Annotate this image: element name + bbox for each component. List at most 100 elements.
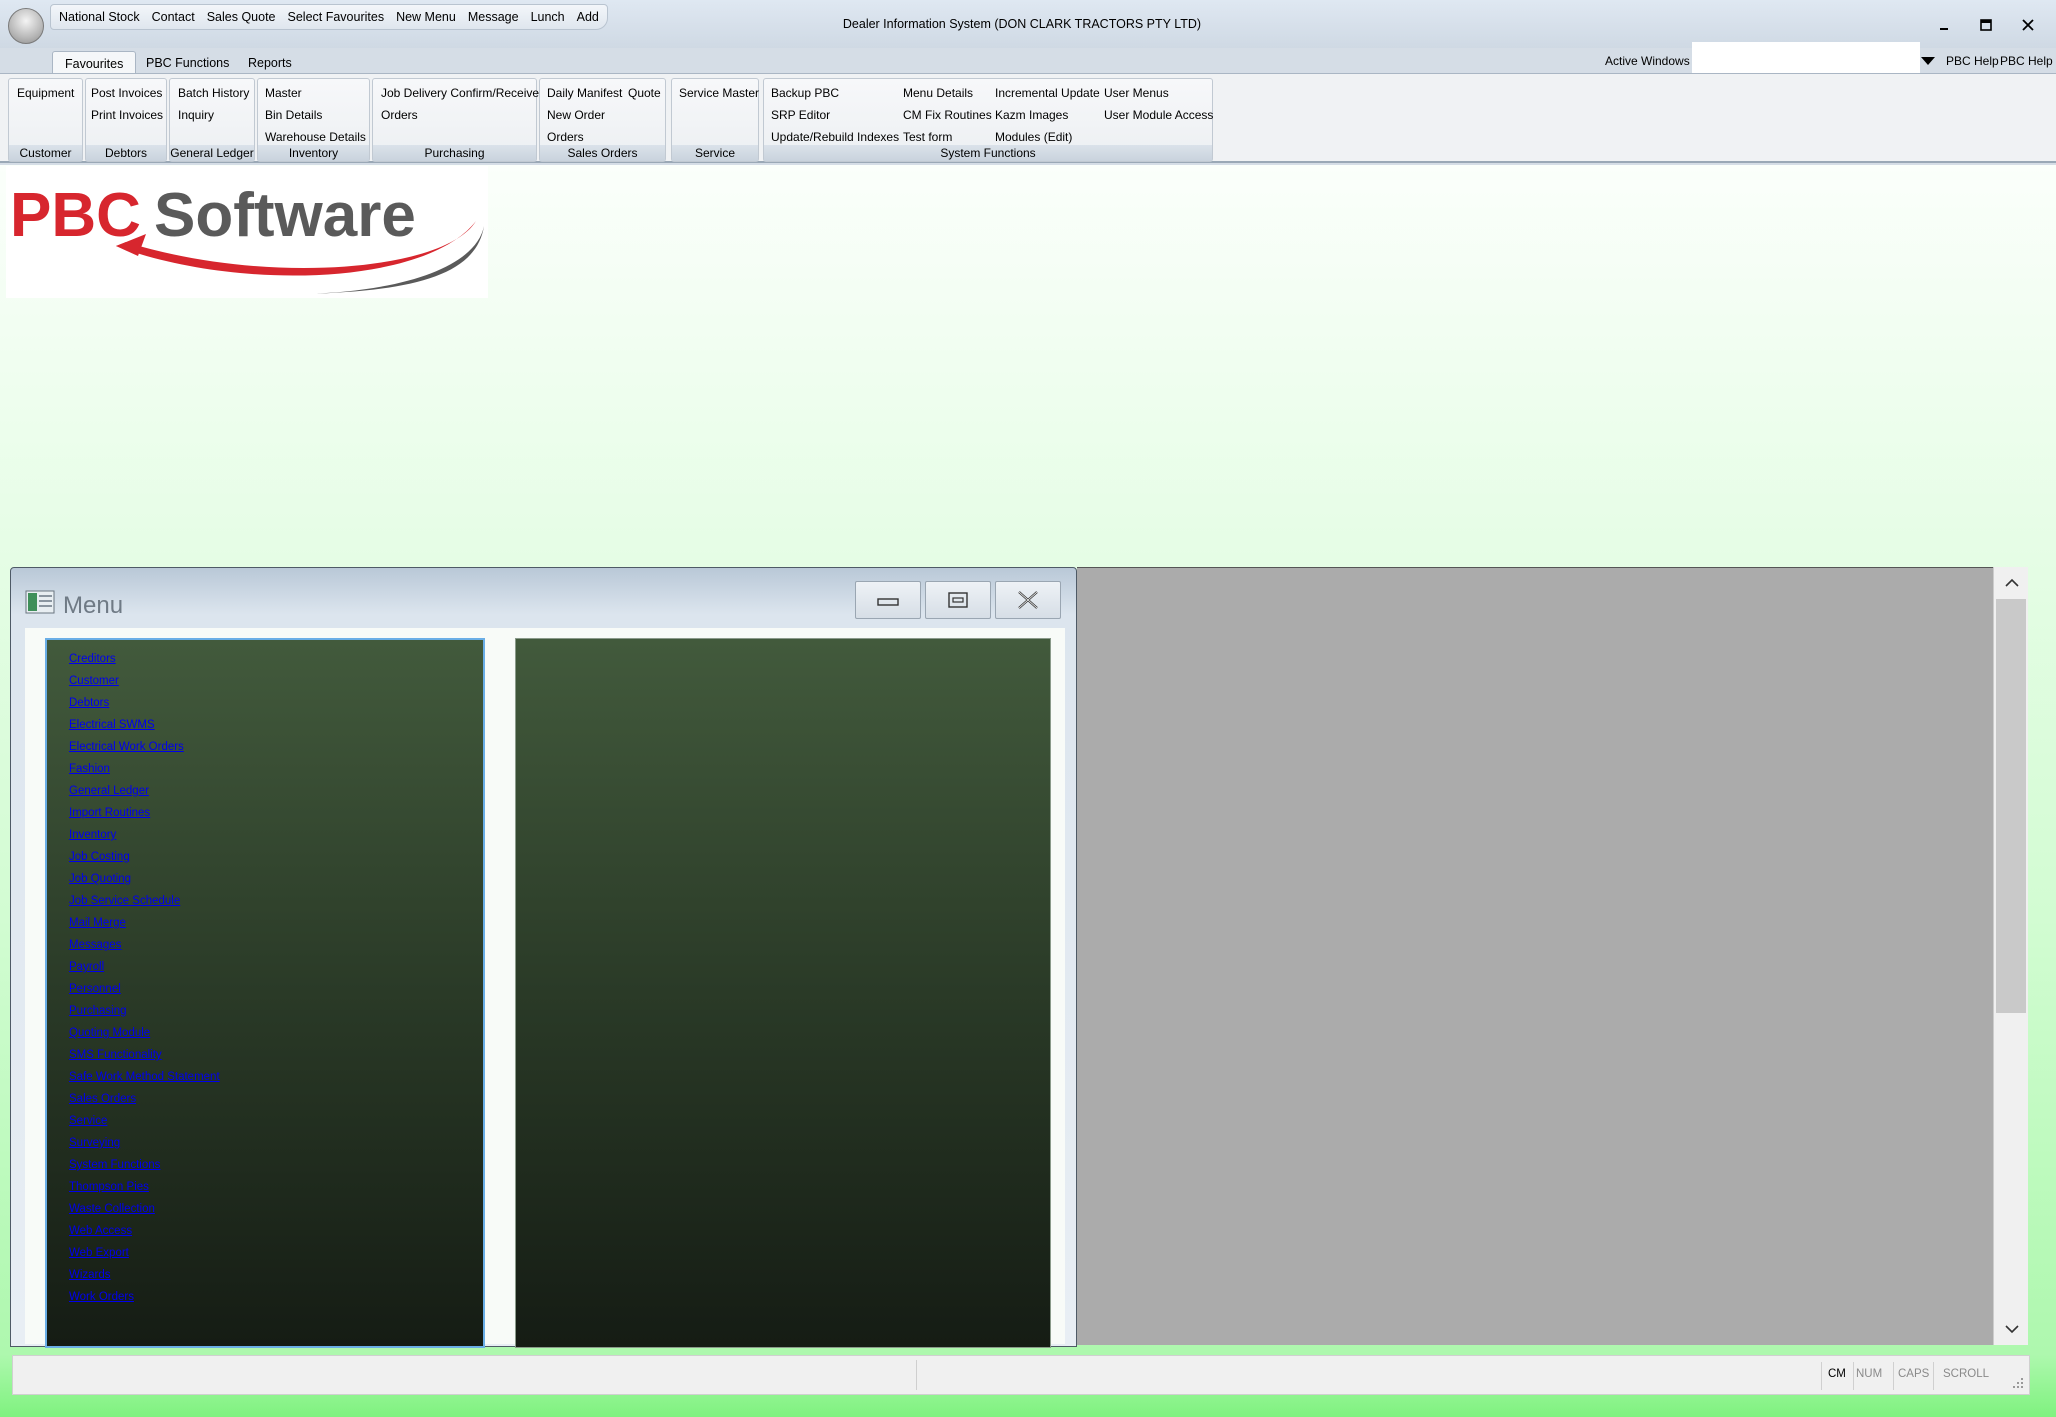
menu-item-job-quoting[interactable]: Job Quoting — [69, 868, 220, 890]
ribbon-bin-details-button[interactable]: Bin Details — [265, 108, 322, 122]
logo-software-text: Software — [154, 181, 416, 250]
scroll-down-button[interactable] — [1994, 1315, 2029, 1343]
menu-item-creditors[interactable]: Creditors — [69, 648, 220, 670]
ribbon-cm-fix-routines-button[interactable]: CM Fix Routines — [903, 108, 992, 122]
menu-window-title: Menu — [63, 592, 124, 619]
ribbon-backup-pbc-button[interactable]: Backup PBC — [771, 86, 839, 100]
menu-window-minimize-button[interactable] — [855, 581, 921, 619]
menu-item-import-routines[interactable]: Import Routines — [69, 802, 220, 824]
ribbon-batch-history-button[interactable]: Batch History — [178, 86, 249, 100]
active-windows-dropdown-button[interactable] — [1916, 50, 1940, 72]
ribbon-print-invoices-button[interactable]: Print Invoices — [91, 108, 163, 122]
ribbon-service-master-button[interactable]: Service Master — [679, 86, 759, 100]
menu-item-thompson-pies[interactable]: Thompson Pies — [69, 1176, 220, 1198]
window-title: Dealer Information System (DON CLARK TRA… — [842, 17, 1202, 31]
menu-item-quoting-module[interactable]: Quoting Module — [69, 1022, 220, 1044]
menu-item-mail-merge[interactable]: Mail Merge — [69, 912, 220, 934]
ribbon-equipment-button[interactable]: Equipment — [17, 86, 74, 100]
ribbon-daily-manifest-button[interactable]: Daily Manifest — [547, 86, 622, 100]
status-bar: CM NUM CAPS SCROLL — [12, 1355, 2030, 1395]
active-windows-dropdown[interactable] — [1692, 42, 1920, 76]
status-separator — [1933, 1362, 1934, 1390]
menu-item-inventory[interactable]: Inventory — [69, 824, 220, 846]
maximize-button[interactable] — [1970, 14, 2002, 36]
menu-item-service[interactable]: Service — [69, 1110, 220, 1132]
menu-item-sms-functionality[interactable]: SMS Functionality — [69, 1044, 220, 1066]
scrollbar-thumb[interactable] — [1996, 599, 2026, 1013]
status-indicator-caps: CAPS — [1898, 1368, 1930, 1380]
ribbon-purchase-orders-button[interactable]: Orders — [381, 108, 418, 122]
scroll-up-button[interactable] — [1994, 569, 2029, 597]
menu-item-job-costing[interactable]: Job Costing — [69, 846, 220, 868]
vertical-scrollbar[interactable] — [1993, 567, 2028, 1345]
ribbon-update-rebuild-indexes-button[interactable]: Update/Rebuild Indexes — [771, 130, 899, 144]
ribbon-warehouse-details-button[interactable]: Warehouse Details — [265, 130, 366, 144]
menu-item-electrical-work-orders[interactable]: Electrical Work Orders — [69, 736, 220, 758]
minimize-button[interactable] — [1928, 14, 1960, 36]
ribbon-group-caption: Customer — [9, 145, 82, 161]
maximize-icon — [1980, 19, 1992, 31]
restore-icon — [948, 592, 968, 608]
tab-favourites[interactable]: Favourites — [52, 51, 137, 74]
menu-item-web-export[interactable]: Web Export — [69, 1242, 220, 1264]
menu-item-work-orders[interactable]: Work Orders — [69, 1286, 220, 1308]
ribbon-group-caption: Service — [672, 145, 758, 161]
menu-item-waste-collection[interactable]: Waste Collection — [69, 1198, 220, 1220]
ribbon-job-delivery-button[interactable]: Job Delivery Confirm/Receive — [381, 86, 539, 100]
ribbon-master-button[interactable]: Master — [265, 86, 302, 100]
menu-item-fashion[interactable]: Fashion — [69, 758, 220, 780]
ribbon-group-customer: Equipment Customer — [8, 78, 83, 162]
ribbon-inquiry-button[interactable]: Inquiry — [178, 108, 214, 122]
ribbon-new-order-button[interactable]: New Order — [547, 108, 605, 122]
ribbon-post-invoices-button[interactable]: Post Invoices — [91, 86, 162, 100]
tab-pbc-functions[interactable]: PBC Functions — [134, 51, 241, 74]
logo-pbc-text: PBC — [10, 181, 141, 250]
menu-item-sales-orders[interactable]: Sales Orders — [69, 1088, 220, 1110]
menu-item-wizards[interactable]: Wizards — [69, 1264, 220, 1286]
ribbon-test-form-button[interactable]: Test form — [903, 130, 952, 144]
menu-item-messages[interactable]: Messages — [69, 934, 220, 956]
menu-item-safe-work-method-statement[interactable]: Safe Work Method Statement — [69, 1066, 220, 1088]
status-indicator-cm: CM — [1828, 1368, 1846, 1380]
menu-item-system-functions[interactable]: System Functions — [69, 1154, 220, 1176]
menu-item-electrical-swms[interactable]: Electrical SWMS — [69, 714, 220, 736]
menu-item-personnel[interactable]: Personnel — [69, 978, 220, 1000]
menu-window-titlebar[interactable]: Menu — [11, 568, 1076, 626]
menu-item-general-ledger[interactable]: General Ledger — [69, 780, 220, 802]
ribbon-user-menus-button[interactable]: User Menus — [1104, 86, 1169, 100]
pbc-help-link-2[interactable]: PBC Help — [2000, 54, 2053, 68]
ribbon-group-caption: Debtors — [86, 145, 166, 161]
ribbon-sales-orders-button[interactable]: Orders — [547, 130, 584, 144]
ribbon-modules-edit-button[interactable]: Modules (Edit) — [995, 130, 1072, 144]
menu-modules-panel: Creditors Customer Debtors Electrical SWMS E… — [45, 638, 485, 1348]
close-button[interactable] — [2012, 14, 2044, 36]
tab-reports[interactable]: Reports — [236, 51, 304, 74]
status-separator — [1893, 1362, 1894, 1390]
menu-window-restore-button[interactable] — [925, 581, 991, 619]
menu-item-debtors[interactable]: Debtors — [69, 692, 220, 714]
menu-item-payroll[interactable]: Payroll — [69, 956, 220, 978]
menu-modules-list: Creditors Customer Debtors Electrical SWMS E… — [69, 648, 220, 1308]
menu-item-surveying[interactable]: Surveying — [69, 1132, 220, 1154]
menu-item-web-access[interactable]: Web Access — [69, 1220, 220, 1242]
status-separator — [1821, 1362, 1822, 1390]
ribbon-group-caption: General Ledger — [170, 145, 254, 161]
menu-window-icon — [25, 590, 55, 614]
ribbon-incremental-update-button[interactable]: Incremental Update — [995, 86, 1100, 100]
resize-grip-icon[interactable] — [2011, 1376, 2025, 1390]
ribbon-group-system-functions: Backup PBC SRP Editor Update/Rebuild Ind… — [763, 78, 1213, 162]
ribbon-menu-details-button[interactable]: Menu Details — [903, 86, 973, 100]
menu-item-customer[interactable]: Customer — [69, 670, 220, 692]
ribbon-user-module-access-button[interactable]: User Module Access — [1104, 108, 1213, 122]
menu-window-close-button[interactable] — [995, 581, 1061, 619]
ribbon-kazm-images-button[interactable]: Kazm Images — [995, 108, 1068, 122]
menu-submenu-panel — [515, 638, 1051, 1348]
ribbon-quote-button[interactable]: Quote — [628, 86, 661, 100]
ribbon-group-sales-orders: Daily Manifest Quote New Order Orders Sa… — [539, 78, 666, 162]
menu-item-purchasing[interactable]: Purchasing — [69, 1000, 220, 1022]
ribbon-srp-editor-button[interactable]: SRP Editor — [771, 108, 830, 122]
menu-item-job-service-schedule[interactable]: Job Service Schedule — [69, 890, 220, 912]
ribbon-group-caption: Purchasing — [373, 145, 536, 161]
ribbon-group-purchasing: Job Delivery Confirm/Receive Orders Purc… — [372, 78, 539, 162]
pbc-help-link-1[interactable]: PBC Help — [1946, 54, 1999, 68]
